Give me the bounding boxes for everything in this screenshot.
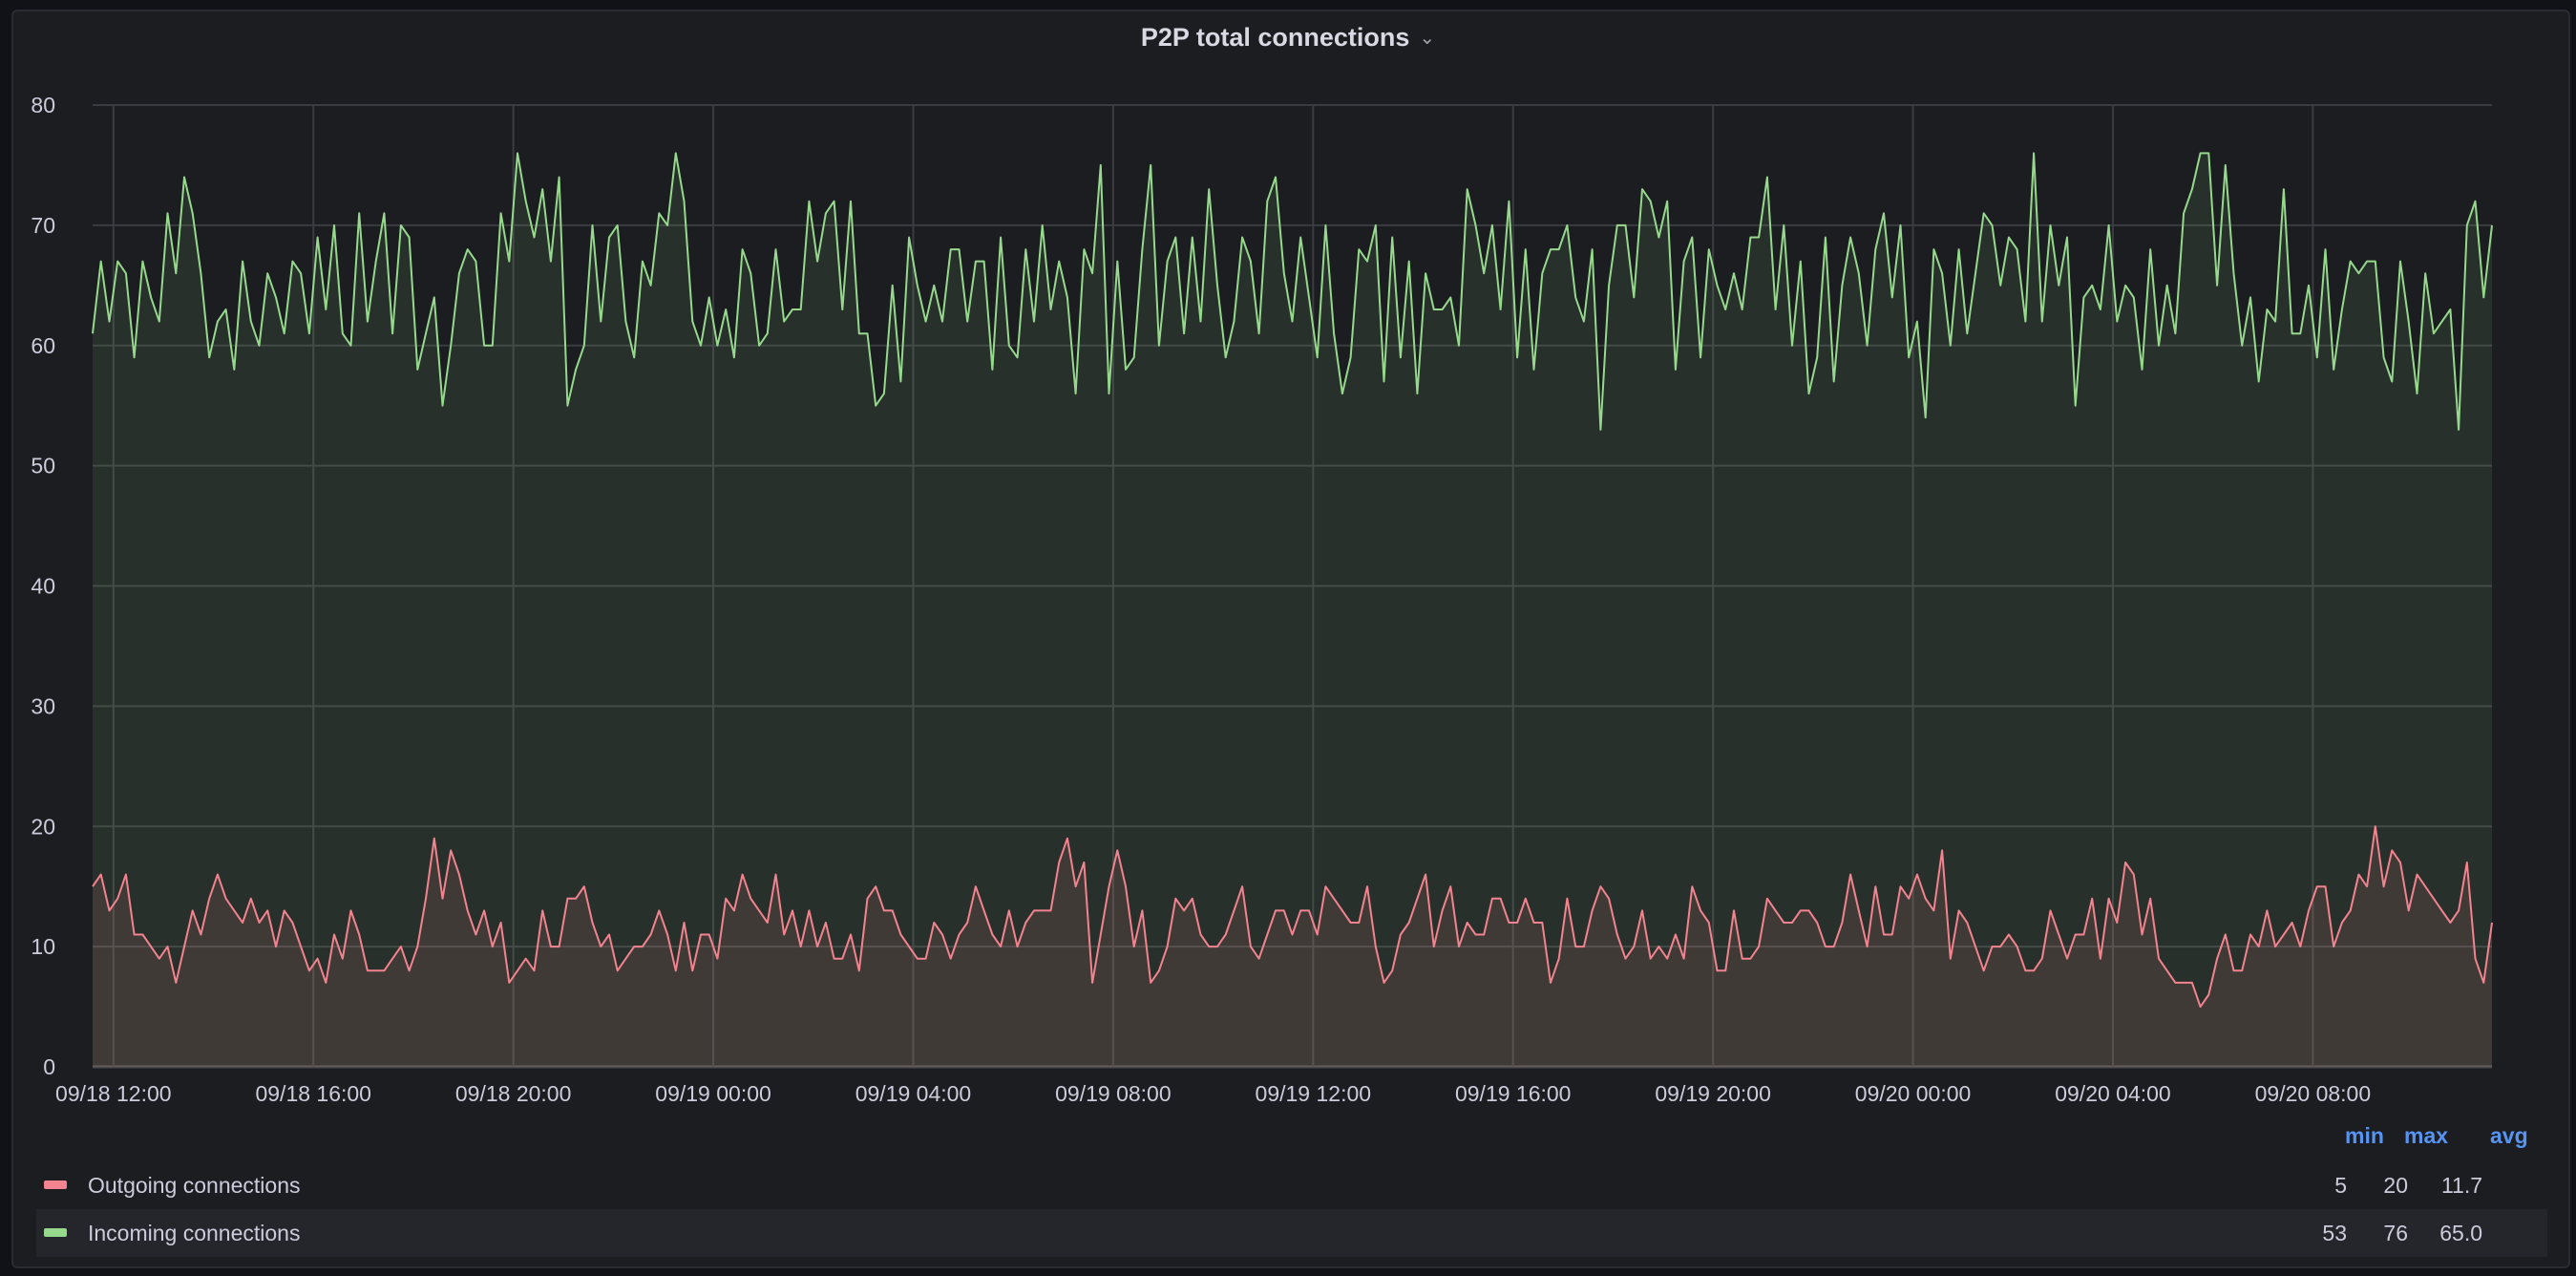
x-tick-label: 09/18 20:00 (455, 1081, 572, 1106)
x-tick-label: 09/19 12:00 (1256, 1081, 1372, 1106)
x-axis: 09/18 12:00 09/18 16:00 09/18 20:00 09/19 0… (55, 1081, 2371, 1106)
x-tick-label: 09/19 16:00 (1455, 1081, 1572, 1106)
legend-max-value: 20 (2383, 1173, 2408, 1198)
y-tick-label: 30 (31, 693, 55, 718)
x-tick-label: 09/19 00:00 (655, 1081, 771, 1106)
series-layer (92, 152, 2493, 1067)
x-tick-label: 09/19 04:00 (855, 1081, 972, 1106)
x-tick-label: 09/20 08:00 (2255, 1081, 2372, 1106)
y-tick-label: 40 (31, 574, 55, 599)
legend-header-min[interactable]: min (2345, 1123, 2384, 1149)
legend-header-avg[interactable]: avg (2490, 1123, 2528, 1149)
legend-max-value: 76 (2383, 1221, 2408, 1245)
x-tick-label: 09/19 20:00 (1655, 1081, 1771, 1106)
y-tick-label: 60 (31, 333, 55, 358)
x-tick-label: 09/20 04:00 (2055, 1081, 2171, 1106)
legend-avg-value: 65.0 (2439, 1221, 2482, 1245)
y-axis: 0 10 20 30 40 50 60 70 80 (31, 93, 55, 1079)
y-tick-label: 20 (31, 814, 55, 839)
legend-avg-value: 11.7 (2440, 1173, 2482, 1198)
legend-label[interactable]: Outgoing connections (88, 1173, 301, 1199)
y-tick-label: 50 (31, 454, 55, 478)
y-tick-label: 70 (31, 213, 55, 238)
legend-item-incoming[interactable]: Incoming connections 53 76 65.0 (36, 1209, 2547, 1257)
y-tick-label: 10 (31, 934, 55, 959)
x-tick-label: 09/20 00:00 (1855, 1081, 1972, 1106)
legend-header-max[interactable]: max (2404, 1123, 2448, 1149)
series-color-swatch[interactable] (44, 1228, 67, 1237)
legend-label[interactable]: Incoming connections (88, 1221, 300, 1246)
x-tick-label: 09/19 08:00 (1055, 1081, 1172, 1106)
chart: 0 10 20 30 40 50 60 70 80 09/18 12:00 09/18 16:00… (31, 93, 2493, 1106)
y-tick-label: 0 (43, 1054, 55, 1079)
legend-item-outgoing[interactable]: Outgoing connections 5 20 11.7 (36, 1161, 2547, 1209)
y-tick-label: 80 (31, 93, 55, 117)
series-color-swatch[interactable] (44, 1180, 67, 1189)
x-tick-label: 09/18 16:00 (255, 1081, 371, 1106)
x-tick-label: 09/18 12:00 (55, 1081, 172, 1106)
